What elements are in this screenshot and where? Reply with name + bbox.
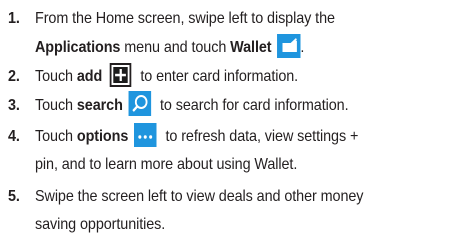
step-number: 2. xyxy=(8,68,20,85)
step-4: 4. Touch options to refresh data, view s… xyxy=(8,122,456,179)
step-1-line-1: From the Home screen, swipe left to disp… xyxy=(35,10,335,27)
step-5-line-2: saving opportunities. xyxy=(35,216,166,233)
step-number: 4. xyxy=(8,128,20,145)
step-number: 1. xyxy=(8,10,20,27)
step-1: 1. From the Home screen, swipe left to d… xyxy=(8,4,456,62)
step-5-line-1: Swipe the screen left to view deals and … xyxy=(35,188,364,205)
add-label: add xyxy=(76,68,103,85)
wallet-label: Wallet xyxy=(230,39,272,56)
step-2: 2. Touch add to enter card information. xyxy=(8,62,456,91)
search-icon xyxy=(128,91,151,117)
step-4-line-1: Touch options to refresh data, view sett… xyxy=(35,122,456,151)
step-3: 3. Touch search to search for card infor… xyxy=(8,91,456,120)
options-icon xyxy=(133,122,157,147)
options-label: options xyxy=(76,128,129,145)
step-number: 5. xyxy=(8,188,20,205)
search-label: search xyxy=(76,97,123,114)
instruction-steps: 1. From the Home screen, swipe left to d… xyxy=(8,4,452,239)
step-1-line-2: Applications menu and touch Wallet. xyxy=(35,33,456,62)
step-5: 5. Swipe the screen left to view deals a… xyxy=(8,183,456,239)
applications-label: Applications xyxy=(35,39,121,56)
step-4-line-2: pin, and to learn more about using Walle… xyxy=(35,156,298,173)
wallet-icon xyxy=(276,33,301,58)
add-icon xyxy=(109,62,132,87)
step-number: 3. xyxy=(8,97,20,114)
